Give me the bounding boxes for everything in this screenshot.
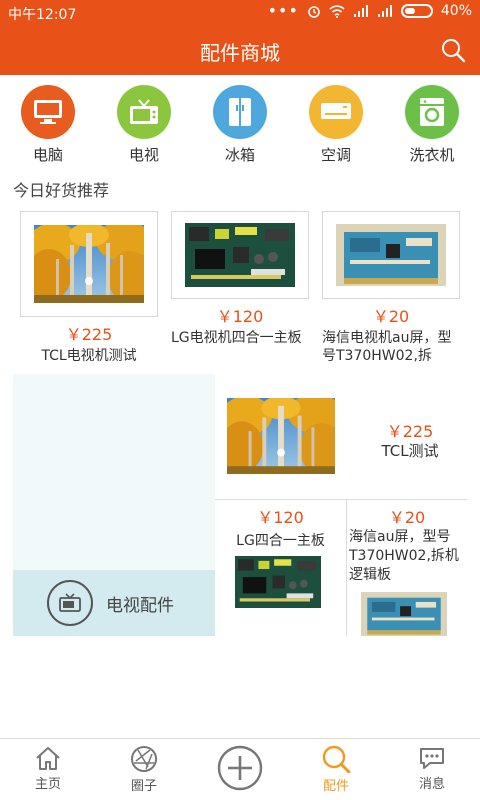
category-computer[interactable]: 电脑 (13, 85, 83, 165)
category-label: 空调 (320, 146, 351, 164)
page-title: 配件商城 (200, 41, 280, 65)
product-price: ￥225 (386, 422, 434, 441)
category-label: 电脑 (32, 146, 63, 164)
tv-icon (117, 85, 171, 139)
product-image (227, 398, 335, 474)
category-row: 电脑 电视 冰箱 空调 洗衣机 (0, 85, 480, 165)
tv-parts-label: 电视配件 (106, 595, 174, 616)
product-name: LG四合一主板 (236, 533, 325, 549)
tab-messages[interactable]: 消息 (392, 745, 472, 792)
category-washing-machine[interactable]: 洗衣机 (397, 85, 467, 165)
category-label: 冰箱 (224, 146, 255, 164)
product-name: TCL测试 (381, 442, 439, 460)
battery-icon (400, 4, 433, 18)
tv-parts-section: 电视配件 ￥225 TCL测试 ￥120 LG四合一主板 ￥20 海信au屏，型… (13, 374, 467, 636)
tab-label: 消息 (418, 777, 445, 792)
monitor-icon (21, 85, 75, 139)
category-label: 洗衣机 (409, 146, 455, 164)
bottom-tab-bar: 主页 圈子 配件 消息 (0, 738, 480, 800)
home-icon (36, 747, 60, 770)
product-image (171, 211, 309, 299)
product-name: LG电视机四合一主板 (171, 330, 302, 346)
signal-icon (353, 5, 368, 17)
aperture-icon (131, 746, 157, 772)
category-label: 电视 (128, 146, 159, 164)
product-image (322, 211, 460, 299)
tv-icon (47, 580, 93, 626)
product-name: 海信电视机au屏，型号T370HW02,拆 (322, 330, 452, 364)
product-image (20, 211, 158, 317)
fridge-icon (213, 85, 267, 139)
product-price: ￥20 (372, 307, 410, 326)
product-price: ￥120 (216, 307, 264, 326)
product-name: 海信au屏，型号T370HW02,拆机逻辑板 (349, 529, 459, 583)
section-title: 今日好货推荐 (13, 181, 110, 200)
product-price: ￥225 (65, 325, 113, 344)
notification-dots: ••• (267, 1, 299, 20)
search-icon (322, 745, 351, 773)
product-card[interactable]: ￥120 LG四合一主板 (215, 500, 347, 636)
tab-add[interactable] (200, 745, 280, 793)
air-conditioner-icon (309, 85, 363, 139)
washing-machine-icon (405, 85, 459, 139)
wifi-icon (329, 4, 345, 18)
product-price: ￥20 (388, 508, 426, 527)
category-tv[interactable]: 电视 (109, 85, 179, 165)
category-air-conditioner[interactable]: 空调 (301, 85, 371, 165)
battery-percent: 40% (440, 3, 472, 19)
product-image (361, 592, 447, 636)
add-icon (217, 745, 263, 791)
product-image (235, 556, 321, 608)
signal-icon-2 (377, 5, 392, 17)
tab-home[interactable]: 主页 (8, 745, 88, 792)
tab-label: 配件 (322, 779, 349, 794)
message-icon (420, 748, 444, 769)
product-name: TCL电视机测试 (41, 348, 137, 364)
product-card[interactable]: ￥120 LG电视机四合一主板 (171, 211, 309, 347)
app-bar: 配件商城 (0, 25, 480, 75)
status-bar: 中午12:07 ••• 40% (0, 0, 480, 25)
product-price: ￥120 (257, 508, 304, 527)
tab-label: 圈子 (130, 779, 157, 794)
status-time: 中午12:07 (8, 7, 77, 23)
tab-label: 主页 (34, 777, 61, 792)
category-fridge[interactable]: 冰箱 (205, 85, 275, 165)
featured-product[interactable]: ￥225 TCL测试 (215, 374, 467, 500)
product-card[interactable]: ￥20 海信电视机au屏，型号T370HW02,拆 (322, 211, 460, 365)
product-card[interactable]: ￥20 海信au屏，型号T370HW02,拆机逻辑板 (347, 500, 467, 636)
alarm-icon (308, 6, 320, 18)
tab-parts[interactable]: 配件 (296, 745, 376, 794)
status-icons: ••• 40% (267, 1, 472, 20)
product-card[interactable]: ￥225 TCL电视机测试 (20, 211, 158, 365)
tv-parts-banner[interactable]: 电视配件 (13, 374, 215, 636)
search-icon[interactable] (440, 37, 466, 63)
tab-circle[interactable]: 圈子 (104, 745, 184, 794)
tv-parts-footer: 电视配件 (13, 570, 215, 636)
